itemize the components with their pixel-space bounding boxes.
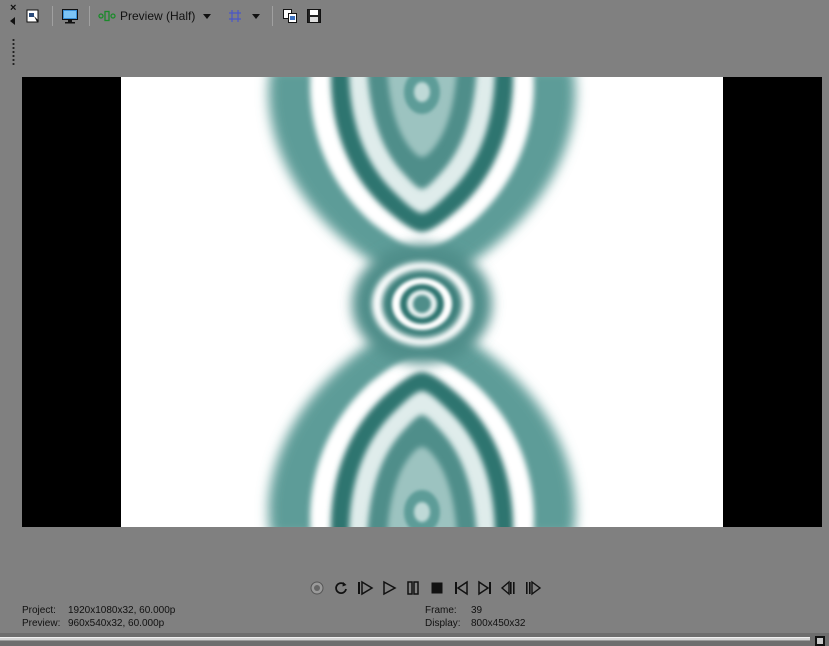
save-snapshot-button[interactable] [303, 5, 325, 27]
loop-playback-button[interactable] [330, 579, 352, 597]
next-frame-icon [478, 580, 491, 596]
frame-label: Frame: [425, 605, 457, 616]
previous-frame-button[interactable] [450, 579, 472, 597]
external-monitor-button[interactable] [59, 5, 81, 27]
save-snapshot-icon [307, 9, 322, 23]
stop-icon [431, 582, 443, 594]
preview-quality-label: Preview (Half) [120, 9, 196, 23]
display-value: 800x450x32 [471, 618, 526, 629]
next-frame-button[interactable] [474, 579, 496, 597]
transport-controls [306, 579, 546, 597]
display-label: Display: [425, 618, 461, 629]
preview-value: 960x540x32, 60.000p [68, 618, 165, 629]
frame-display-info: Frame: 39 Display: 800x450x32 [425, 604, 526, 630]
copy-snapshot-icon [283, 9, 298, 23]
frame-value: 39 [471, 605, 483, 616]
loop-icon [335, 582, 347, 594]
dock-handle[interactable]: × [0, 0, 22, 70]
previous-frame-icon [455, 580, 468, 596]
go-to-end-button[interactable] [522, 579, 544, 597]
project-value: 1920x1080x32, 60.000p [68, 605, 176, 616]
toolbar-separator [272, 6, 274, 26]
chevron-down-icon [203, 13, 212, 19]
maximize-icon[interactable] [815, 636, 825, 646]
external-monitor-icon [62, 9, 78, 24]
overlays-dropdown[interactable] [226, 5, 266, 27]
split-screen-icon [98, 10, 116, 22]
drag-grip-icon[interactable] [12, 38, 15, 66]
dock-arrow-icon[interactable] [10, 17, 15, 25]
chevron-down-icon [252, 13, 261, 19]
preview-toolbar: Preview (Half) [22, 4, 327, 28]
kaleidoscope-pattern [121, 77, 723, 527]
go-to-end-icon [526, 580, 542, 596]
video-preview-window: × Preview (Half) Project: 1920x1080x32, … [0, 0, 829, 646]
record-button[interactable] [306, 579, 328, 597]
play-button[interactable] [378, 579, 400, 597]
pause-icon [407, 581, 419, 595]
properties-icon [26, 9, 39, 23]
play-from-start-button[interactable] [354, 579, 376, 597]
video-frame-image [121, 77, 723, 527]
preview-label: Preview: [22, 618, 61, 629]
record-icon [310, 581, 324, 595]
display-row: Display: 800x450x32 [425, 617, 526, 630]
stop-button[interactable] [426, 579, 448, 597]
copy-snapshot-button[interactable] [279, 5, 301, 27]
frame-row: Frame: 39 [425, 604, 526, 617]
project-row: Project: 1920x1080x32, 60.000p [22, 604, 175, 617]
play-icon [383, 580, 397, 596]
video-preview-area[interactable] [22, 77, 822, 527]
pause-button[interactable] [402, 579, 424, 597]
go-to-start-icon [500, 580, 515, 596]
video-properties-button[interactable] [22, 5, 44, 27]
toolbar-separator [89, 6, 90, 26]
go-to-start-button[interactable] [498, 579, 520, 597]
splitter-bar[interactable] [0, 637, 810, 641]
project-preview-info: Project: 1920x1080x32, 60.000p Preview: 96… [22, 604, 175, 630]
play-from-start-icon [358, 580, 374, 596]
preview-row: Preview: 960x540x32, 60.000p [22, 617, 175, 630]
toolbar-separator [52, 6, 53, 26]
dock-close-icon[interactable]: × [10, 3, 16, 14]
panel-splitter[interactable] [0, 633, 829, 646]
project-label: Project: [22, 605, 56, 616]
preview-quality-dropdown[interactable]: Preview (Half) [96, 5, 217, 27]
overlay-grid-icon [229, 10, 242, 22]
